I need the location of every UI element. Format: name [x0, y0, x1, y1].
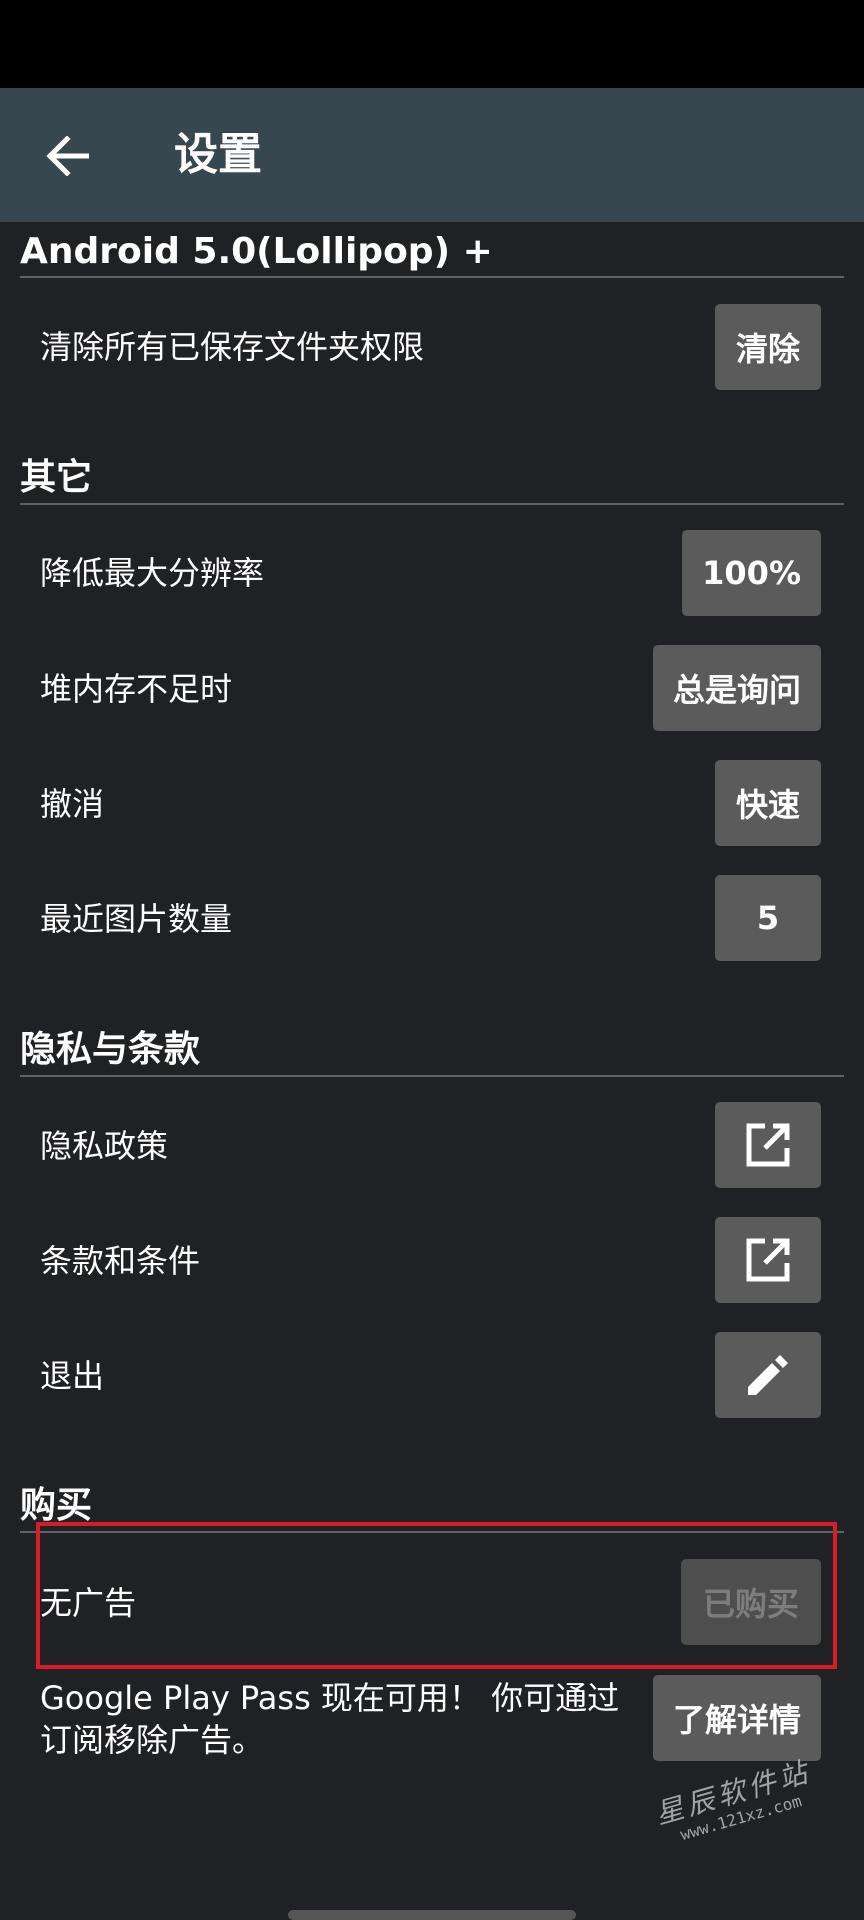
play-pass-text: Google Play Pass 现在可用！ 你可通过订阅移除广告。	[40, 1679, 620, 1759]
undo-label: 撤消	[40, 785, 105, 823]
pencil-icon	[748, 1355, 788, 1395]
learn-more-button[interactable]: 了解详情	[652, 1675, 821, 1761]
clear-permissions-label: 清除所有已保存文件夹权限	[40, 328, 425, 366]
back-button[interactable]	[38, 128, 96, 184]
undo-mode-button[interactable]: 快速	[715, 760, 821, 846]
exit-label: 退出	[40, 1357, 105, 1395]
open-external-icon	[746, 1238, 790, 1282]
app-bar: 设置	[0, 88, 864, 222]
page-title: 设置	[174, 129, 262, 180]
privacy-policy-label: 隐私政策	[40, 1127, 169, 1165]
section-title-privacy: 隐私与条款	[20, 1029, 201, 1070]
highlight-box	[36, 1522, 837, 1669]
heap-option-button[interactable]: 总是询问	[652, 645, 821, 731]
divider	[20, 503, 844, 505]
arrow-left-icon	[46, 136, 89, 176]
navigation-handle[interactable]	[288, 1910, 576, 1920]
status-bar	[0, 0, 864, 88]
exit-button[interactable]	[715, 1332, 821, 1418]
recent-count-button[interactable]: 5	[715, 875, 821, 961]
recent-images-label: 最近图片数量	[40, 900, 233, 938]
resolution-button[interactable]: 100%	[682, 530, 821, 616]
reduce-resolution-label: 降低最大分辨率	[40, 554, 265, 592]
divider	[20, 276, 844, 278]
section-title-android: Android 5.0(Lollipop) +	[20, 231, 493, 272]
heap-insufficient-label: 堆内存不足时	[40, 670, 233, 708]
terms-label: 条款和条件	[40, 1242, 201, 1280]
watermark: 星辰软件站 www.121xz.com	[652, 1750, 847, 1877]
privacy-policy-button[interactable]	[715, 1102, 821, 1188]
clear-button[interactable]: 清除	[715, 304, 821, 390]
open-external-icon	[746, 1123, 790, 1167]
section-title-other: 其它	[20, 457, 93, 498]
terms-button[interactable]	[715, 1217, 821, 1303]
divider	[20, 1075, 844, 1077]
